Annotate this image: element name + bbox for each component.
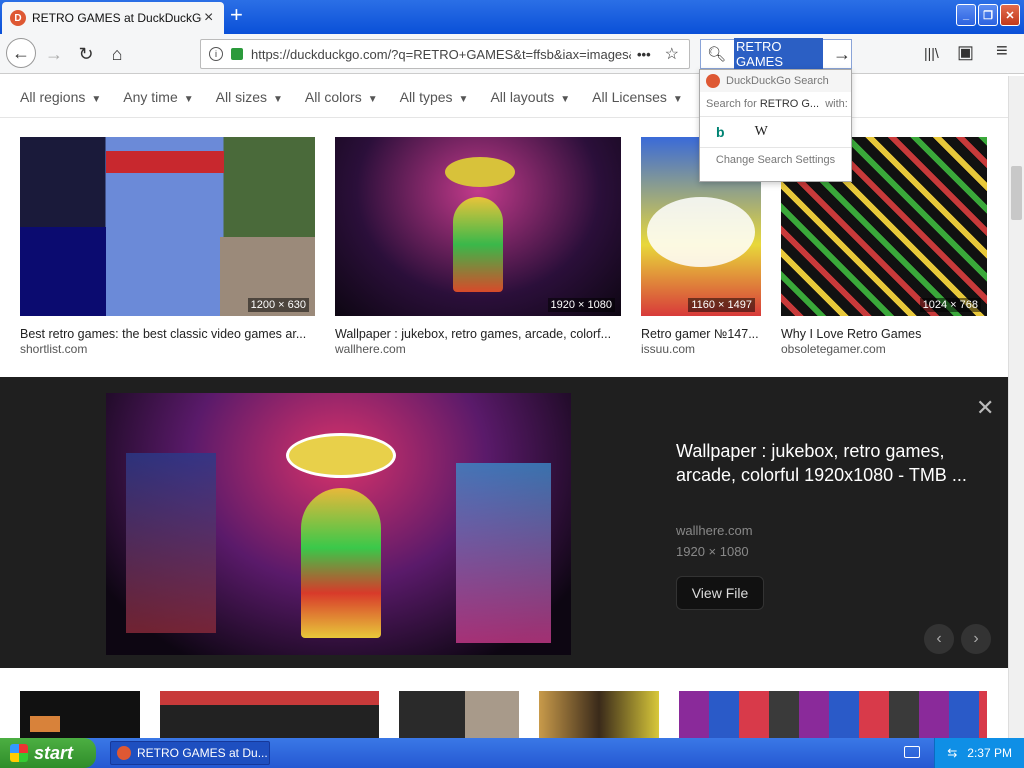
filter-bar: All regions ▼ Any time ▼ All sizes ▼ All co… xyxy=(0,76,1024,118)
result-caption[interactable]: Retro gamer №147... xyxy=(641,327,766,341)
scrollbar-thumb[interactable] xyxy=(1011,166,1022,220)
firefox-icon xyxy=(117,746,131,760)
search-icon: 🔍︎ xyxy=(707,46,727,63)
change-search-settings-link[interactable]: Change Search Settings xyxy=(700,148,851,166)
forward-button[interactable]: → xyxy=(40,40,68,68)
search-engine-header[interactable]: DuckDuckGo Search xyxy=(700,70,851,92)
result-caption[interactable]: Best retro games: the best classic video… xyxy=(20,327,315,341)
result-source[interactable]: obsoletegamer.com xyxy=(781,342,886,356)
reload-button[interactable]: ↻ xyxy=(72,40,100,68)
result-image-1[interactable]: 1200 × 630 xyxy=(20,137,315,316)
filter-types[interactable]: All types ▼ xyxy=(400,89,469,105)
menu-icon[interactable]: ≡ xyxy=(996,40,1008,63)
search-go-button[interactable]: → xyxy=(833,44,851,65)
chevron-down-icon: ▼ xyxy=(183,93,194,105)
chevron-down-icon: ▼ xyxy=(458,93,469,105)
detail-title[interactable]: Wallpaper : jukebox, retro games, arcade… xyxy=(676,439,976,487)
result-image-7[interactable] xyxy=(399,691,519,738)
duckduckgo-favicon-icon: D xyxy=(10,10,26,26)
maximize-button[interactable]: ❐ xyxy=(978,4,998,26)
windows-logo-icon xyxy=(10,744,28,762)
back-button[interactable]: ← xyxy=(6,38,36,68)
network-icon[interactable]: ⇆ xyxy=(947,746,957,760)
browser-tab[interactable]: D RETRO GAMES at DuckDuckGo × xyxy=(2,2,224,34)
windows-taskbar: start RETRO GAMES at Du... ⇆ 2:37 PM xyxy=(0,738,1024,768)
window-titlebar: D RETRO GAMES at DuckDuckGo × + _ ❐ ✕ xyxy=(0,0,1024,34)
result-image-6[interactable] xyxy=(160,691,379,738)
search-query-text[interactable]: RETRO GAMES xyxy=(734,38,823,70)
address-bar[interactable]: i https://duckduckgo.com/?q=RETRO+GAMES&… xyxy=(200,39,690,69)
library-icon[interactable]: |||\ xyxy=(924,45,939,61)
result-source[interactable]: shortlist.com xyxy=(20,342,87,356)
close-window-button[interactable]: ✕ xyxy=(1000,4,1020,26)
search-for-row: Search for RETRO G... with: xyxy=(706,98,848,110)
result-image-9[interactable] xyxy=(679,691,987,738)
detail-image[interactable] xyxy=(106,393,571,655)
image-dimensions: 1920 × 1080 xyxy=(547,298,615,312)
tab-title: RETRO GAMES at DuckDuckGo xyxy=(32,11,202,25)
result-image-2[interactable]: 1920 × 1080 xyxy=(335,137,621,316)
result-caption[interactable]: Why I Love Retro Games xyxy=(781,327,987,341)
bookmark-star-icon[interactable]: ☆ xyxy=(665,44,679,64)
filter-licenses[interactable]: All Licenses ▼ xyxy=(592,89,683,105)
filter-regions[interactable]: All regions ▼ xyxy=(20,89,101,105)
result-source[interactable]: wallhere.com xyxy=(335,342,406,356)
result-image-5[interactable] xyxy=(20,691,140,738)
url-text[interactable]: https://duckduckgo.com/?q=RETRO+GAMES&t=… xyxy=(251,47,631,62)
tab-close-icon[interactable]: × xyxy=(204,9,213,27)
wikipedia-icon[interactable]: W xyxy=(755,124,768,140)
one-click-engines: b W xyxy=(700,116,851,148)
previous-image-button[interactable]: ‹ xyxy=(924,624,954,654)
image-dimensions: 1160 × 1497 xyxy=(688,298,755,312)
image-dimensions: 1024 × 768 xyxy=(919,298,981,312)
secure-lock-icon xyxy=(231,48,243,60)
image-dimensions: 1200 × 630 xyxy=(247,298,309,312)
image-detail-panel: ✕ Wallpaper : jukebox, retro games, arca… xyxy=(0,377,1008,668)
result-source[interactable]: issuu.com xyxy=(641,342,695,356)
chevron-down-icon: ▼ xyxy=(672,93,683,105)
keyboard-icon[interactable] xyxy=(904,746,920,758)
detail-dimensions: 1920 × 1080 xyxy=(676,544,749,559)
duckduckgo-icon xyxy=(706,74,720,88)
filter-colors[interactable]: All colors ▼ xyxy=(305,89,378,105)
chevron-down-icon: ▼ xyxy=(91,93,102,105)
filter-time[interactable]: Any time ▼ xyxy=(123,89,193,105)
start-button[interactable]: start xyxy=(0,738,96,768)
minimize-button[interactable]: _ xyxy=(956,4,976,26)
home-button[interactable]: ⌂ xyxy=(103,40,131,68)
search-input[interactable]: 🔍︎ RETRO GAMES → xyxy=(700,38,852,70)
page-actions-button[interactable]: ••• xyxy=(637,47,651,62)
bing-icon[interactable]: b xyxy=(716,124,725,140)
next-image-button[interactable]: › xyxy=(961,624,991,654)
sidebar-toggle-icon[interactable]: ▣ xyxy=(957,42,974,63)
result-caption[interactable]: Wallpaper : jukebox, retro games, arcade… xyxy=(335,327,621,341)
site-info-icon[interactable]: i xyxy=(209,47,223,61)
page-scrollbar[interactable] xyxy=(1008,76,1024,738)
result-image-8[interactable] xyxy=(539,691,659,738)
system-tray: ⇆ 2:37 PM xyxy=(934,738,1024,768)
clock[interactable]: 2:37 PM xyxy=(967,746,1012,760)
navigation-toolbar: ← → ↻ ⌂ i https://duckduckgo.com/?q=RETR… xyxy=(0,34,1024,74)
filter-layouts[interactable]: All layouts ▼ xyxy=(490,89,570,105)
view-file-button[interactable]: View File xyxy=(676,576,764,610)
chevron-down-icon: ▼ xyxy=(273,93,283,105)
new-tab-button[interactable]: + xyxy=(230,4,243,26)
chevron-down-icon: ▼ xyxy=(560,93,571,105)
detail-source[interactable]: wallhere.com xyxy=(676,523,753,538)
search-suggestions-dropdown: DuckDuckGo Search Search for RETRO G... … xyxy=(699,69,852,182)
close-detail-icon[interactable]: ✕ xyxy=(976,395,994,421)
taskbar-item-firefox[interactable]: RETRO GAMES at Du... xyxy=(110,741,270,765)
chevron-down-icon: ▼ xyxy=(367,93,378,105)
filter-sizes[interactable]: All sizes ▼ xyxy=(216,89,283,105)
